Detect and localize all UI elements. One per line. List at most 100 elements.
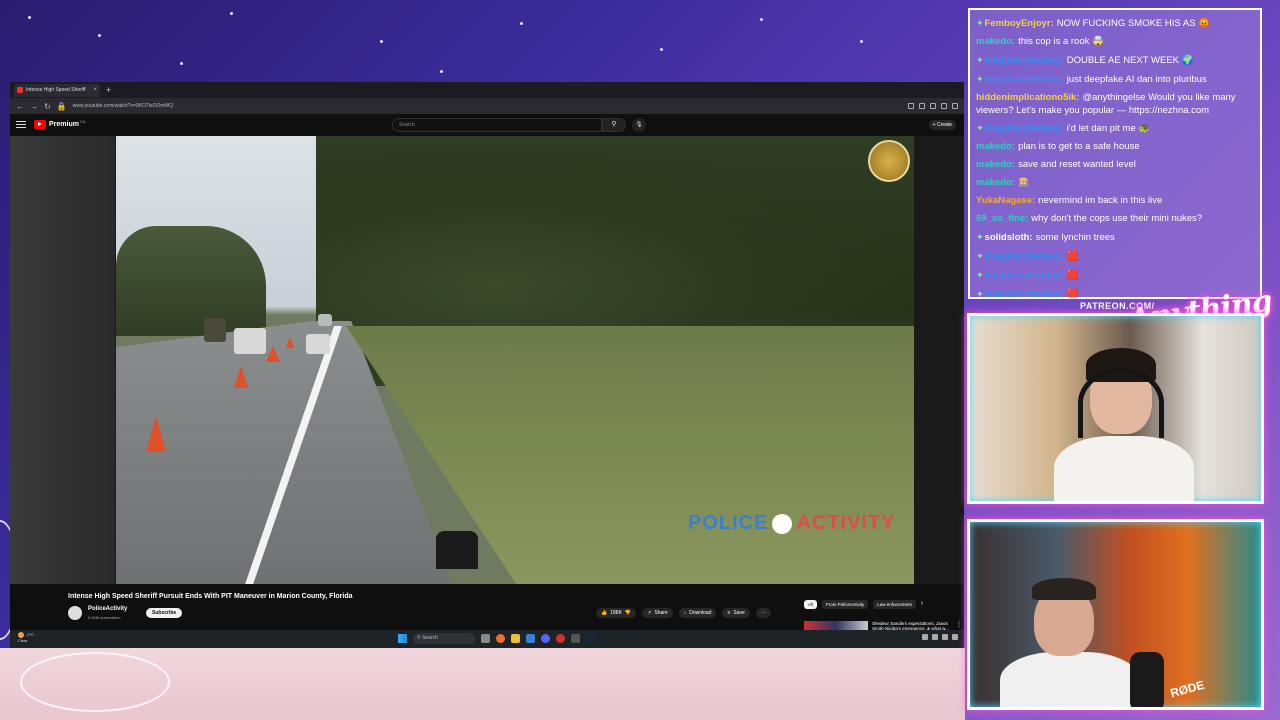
search-input[interactable]: Search	[392, 118, 602, 132]
video-trees-left	[116, 226, 266, 336]
network-icon[interactable]	[932, 634, 938, 640]
chat-text: 🟥	[1066, 289, 1079, 299]
new-tab-icon[interactable]: +	[106, 85, 111, 95]
chat-text: why don't the cops use their mini nukes?	[1031, 213, 1203, 224]
download-button[interactable]: ↓ Download	[678, 608, 717, 618]
firefox-icon[interactable]	[496, 634, 505, 643]
app-icon[interactable]	[526, 634, 535, 643]
notification-icon[interactable]	[952, 634, 958, 640]
traffic-cone	[286, 336, 294, 348]
subscribe-button[interactable]: Subscribe	[146, 608, 183, 618]
tray-chevron-icon[interactable]	[922, 634, 928, 640]
hamburger-menu-icon[interactable]	[16, 120, 26, 128]
tractor	[204, 318, 226, 342]
chat-username[interactable]: imaginaryfanboy:	[985, 55, 1064, 66]
chat-username[interactable]: FemboyEnjoyr:	[985, 18, 1054, 29]
windows-start-icon[interactable]	[398, 634, 407, 643]
video-title: Intense High Speed Sheriff Pursuit Ends …	[68, 593, 353, 600]
traffic-cone	[234, 366, 248, 388]
sparkle-badge-icon: ✦	[976, 74, 984, 84]
channel-subscribers: 6.62M subscribers	[88, 615, 121, 620]
chat-message: makedo: save and reset wanted level	[976, 156, 1254, 174]
sparkle-badge-icon: ✦	[976, 270, 984, 280]
browser-tab[interactable]: Intense High Speed Sheriff ×	[14, 83, 100, 97]
save-icon: ≡	[727, 610, 731, 616]
discord-icon[interactable]	[541, 634, 550, 643]
chat-message: hiddenimplicationo5ik: @anythingelse Woul…	[976, 89, 1254, 119]
sparkle-badge-icon: ✦	[976, 55, 984, 65]
like-button[interactable]: 👍 188K 👎	[596, 608, 637, 618]
chat-message: makedo: plan is to get to a safe house	[976, 138, 1254, 156]
chat-username[interactable]: imaginaryfanboy:	[985, 251, 1064, 262]
chat-username[interactable]: YukaNagase:	[976, 195, 1035, 206]
chat-username[interactable]: 69_so_fine:	[976, 213, 1028, 224]
like-count: 188K	[610, 610, 622, 616]
download-icon[interactable]	[930, 103, 936, 109]
close-tab-icon[interactable]: ×	[93, 87, 97, 93]
microphone-icon[interactable]: 🎙	[632, 118, 646, 132]
watermark-activity: ACTIVITY	[796, 512, 896, 534]
back-icon[interactable]: ←	[16, 102, 24, 111]
thumbs-down-icon[interactable]: 👎	[625, 610, 631, 616]
chat-username[interactable]: makedo:	[976, 141, 1015, 152]
save-label: Save	[733, 610, 745, 616]
volume-icon[interactable]	[942, 634, 948, 640]
share-button[interactable]: ↗ Share	[642, 608, 673, 618]
chip-law-enforcement[interactable]: Law enforcement	[873, 600, 916, 609]
chevron-right-icon[interactable]: ›	[921, 600, 923, 609]
extensions-icon[interactable]	[941, 103, 947, 109]
deco-swirl	[20, 652, 170, 712]
reader-icon[interactable]	[908, 103, 914, 109]
menu-icon[interactable]	[952, 103, 958, 109]
chat-username[interactable]: imaginaryfanboy:	[985, 270, 1064, 281]
chat-text: 🟥	[1066, 251, 1079, 262]
chat-username[interactable]: imaginaryfanboy:	[985, 123, 1064, 134]
weather-widget[interactable]: -2°C Clear	[18, 632, 34, 643]
thumbs-up-icon: 👍	[601, 610, 608, 616]
chat-username[interactable]: hiddenimplicationo5ik:	[976, 92, 1079, 103]
search-area: Search ⚲ 🎙	[392, 118, 646, 132]
channel-avatar[interactable]	[68, 606, 82, 620]
video-player[interactable]: POLICE ACTIVITY	[116, 136, 914, 584]
share-label: Share	[654, 610, 668, 616]
chat-username[interactable]: solidsloth:	[985, 232, 1033, 243]
chat-username[interactable]: makedo:	[976, 36, 1015, 47]
bookmark-star-icon[interactable]	[919, 103, 925, 109]
chat-message: YukaNagase: nevermind im back in this liv…	[976, 192, 1254, 210]
webcam-1	[967, 313, 1264, 504]
youtube-logo[interactable]: Premium CA	[34, 119, 86, 129]
chat-username[interactable]: makedo:	[976, 177, 1015, 188]
reload-icon[interactable]: ↻	[44, 102, 51, 111]
video-actions: 👍 188K 👎 ↗ Share ↓ Download ≡ Save ⋯	[596, 608, 771, 618]
sheriff-badge-logo	[868, 140, 910, 182]
lock-icon: 🔒	[56, 101, 67, 111]
car	[318, 314, 332, 326]
create-button[interactable]: + Create	[928, 120, 956, 130]
task-view-icon[interactable]	[481, 634, 490, 643]
download-icon: ↓	[683, 610, 687, 616]
channel-name[interactable]: PoliceActivity	[88, 606, 127, 612]
steam-icon[interactable]	[586, 634, 595, 643]
file-explorer-icon[interactable]	[511, 634, 520, 643]
chip-all[interactable]: All	[804, 600, 818, 609]
chat-message: ✦FemboyEnjoyr: NOW FUCKING SMOKE HIS AS 😡	[976, 14, 1254, 33]
police-activity-watermark: POLICE ACTIVITY	[688, 512, 896, 535]
chat-text: this cop is a rook 🤯	[1018, 36, 1104, 47]
chip-from-channel[interactable]: From PoliceActivity	[822, 600, 869, 609]
taskbar-search[interactable]: ⚲ Search	[413, 633, 475, 644]
chat-message: ✦imaginaryfanboy: i'd let dan pit me 🐢	[976, 119, 1254, 138]
forward-icon[interactable]: →	[30, 102, 38, 111]
chat-username[interactable]: makedo:	[976, 159, 1015, 170]
search-icon[interactable]: ⚲	[602, 118, 626, 132]
chat-username[interactable]: imaginaryfanboy:	[985, 74, 1064, 85]
police-hat-icon	[772, 513, 793, 534]
more-actions-icon[interactable]: ⋯	[755, 608, 771, 618]
player-side	[10, 136, 115, 584]
save-button[interactable]: ≡ Save	[722, 608, 750, 618]
car	[234, 328, 266, 354]
url-input[interactable]: www.youtube.com/watch?v=9KO7leOOmWQ	[73, 103, 902, 109]
chat-username[interactable]: imaginaryfanboy:	[985, 289, 1064, 297]
obs-icon[interactable]	[556, 634, 565, 643]
chat-message: ✦imaginaryfanboy: 🟥	[976, 247, 1254, 266]
app-icon[interactable]	[571, 634, 580, 643]
